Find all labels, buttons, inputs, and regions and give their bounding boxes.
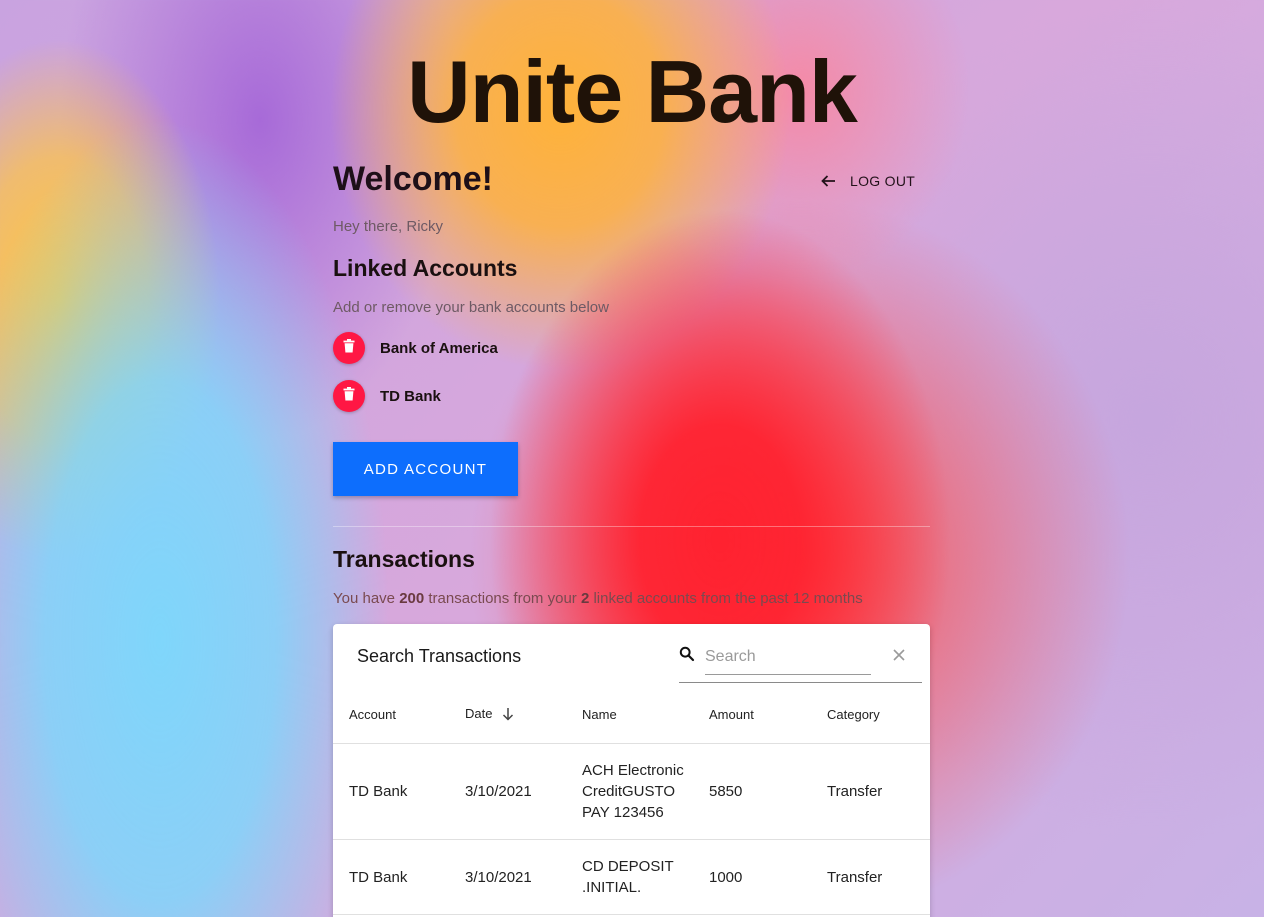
- column-header-category[interactable]: Category: [811, 686, 930, 744]
- cell-account: TD Bank: [333, 743, 449, 840]
- add-account-button[interactable]: ADD ACCOUNT: [333, 442, 518, 496]
- delete-account-button[interactable]: [333, 380, 365, 412]
- trash-icon: [343, 386, 355, 406]
- table-row[interactable]: TD Bank 3/10/2021 CD DEPOSIT .INITIAL. 1…: [333, 839, 930, 915]
- cell-name: CD DEPOSIT .INITIAL.: [566, 839, 693, 915]
- cell-name: ACH Electronic CreditGUSTO PAY 123456: [566, 743, 693, 840]
- column-label: Name: [582, 707, 617, 722]
- column-label: Date: [465, 705, 493, 721]
- trash-icon: [343, 338, 355, 358]
- column-header-name[interactable]: Name: [566, 686, 693, 744]
- column-label: Account: [349, 707, 396, 722]
- arrow-down-icon: [502, 707, 514, 724]
- transactions-summary: You have 200 transactions from your 2 li…: [333, 590, 863, 607]
- cell-account: TD Bank: [333, 839, 449, 915]
- summary-text: transactions from your: [424, 590, 581, 607]
- table-header-row: Account Date Name Amount Category: [333, 686, 930, 744]
- linked-accounts-heading: Linked Accounts: [333, 255, 518, 281]
- transactions-table-card: Search Transactions Account: [333, 624, 930, 917]
- search-bar: [679, 624, 922, 683]
- cell-category: Transfer: [811, 839, 930, 915]
- clear-search-icon[interactable]: [893, 648, 905, 666]
- search-input[interactable]: [705, 640, 871, 675]
- summary-text: linked accounts from the past 12 months: [589, 590, 863, 607]
- table-row[interactable]: TD Bank 3/10/2021 ACH Electronic CreditG…: [333, 743, 930, 840]
- cell-amount: 5850: [693, 743, 811, 840]
- logout-label: LOG OUT: [850, 173, 916, 189]
- linked-accounts-description: Add or remove your bank accounts below: [333, 299, 609, 316]
- table-title: Search Transactions: [357, 646, 522, 666]
- linked-account-item: TD Bank: [333, 380, 441, 412]
- transactions-table: Account Date Name Amount Category TD Ban…: [333, 686, 930, 915]
- cell-date: 3/10/2021: [449, 743, 566, 840]
- transactions-heading: Transactions: [333, 546, 475, 572]
- account-name: TD Bank: [380, 387, 441, 405]
- search-icon: [679, 646, 695, 667]
- linked-account-item: Bank of America: [333, 332, 498, 364]
- column-header-date[interactable]: Date: [449, 686, 566, 744]
- column-header-amount[interactable]: Amount: [693, 686, 811, 744]
- app-title: Unite Bank: [407, 42, 858, 141]
- column-header-account[interactable]: Account: [333, 686, 449, 744]
- arrow-left-icon: [820, 173, 836, 189]
- logout-button[interactable]: LOG OUT: [812, 166, 923, 196]
- account-name: Bank of America: [380, 339, 498, 357]
- welcome-heading: Welcome!: [333, 160, 493, 198]
- delete-account-button[interactable]: [333, 332, 365, 364]
- transaction-count: 200: [399, 590, 425, 607]
- column-label: Amount: [709, 707, 754, 722]
- column-label: Category: [827, 707, 880, 722]
- cell-date: 3/10/2021: [449, 839, 566, 915]
- section-divider: [333, 526, 930, 527]
- cell-category: Transfer: [811, 743, 930, 840]
- cell-amount: 1000: [693, 839, 811, 915]
- summary-text: You have: [333, 590, 400, 607]
- greeting-text: Hey there, Ricky: [333, 218, 444, 235]
